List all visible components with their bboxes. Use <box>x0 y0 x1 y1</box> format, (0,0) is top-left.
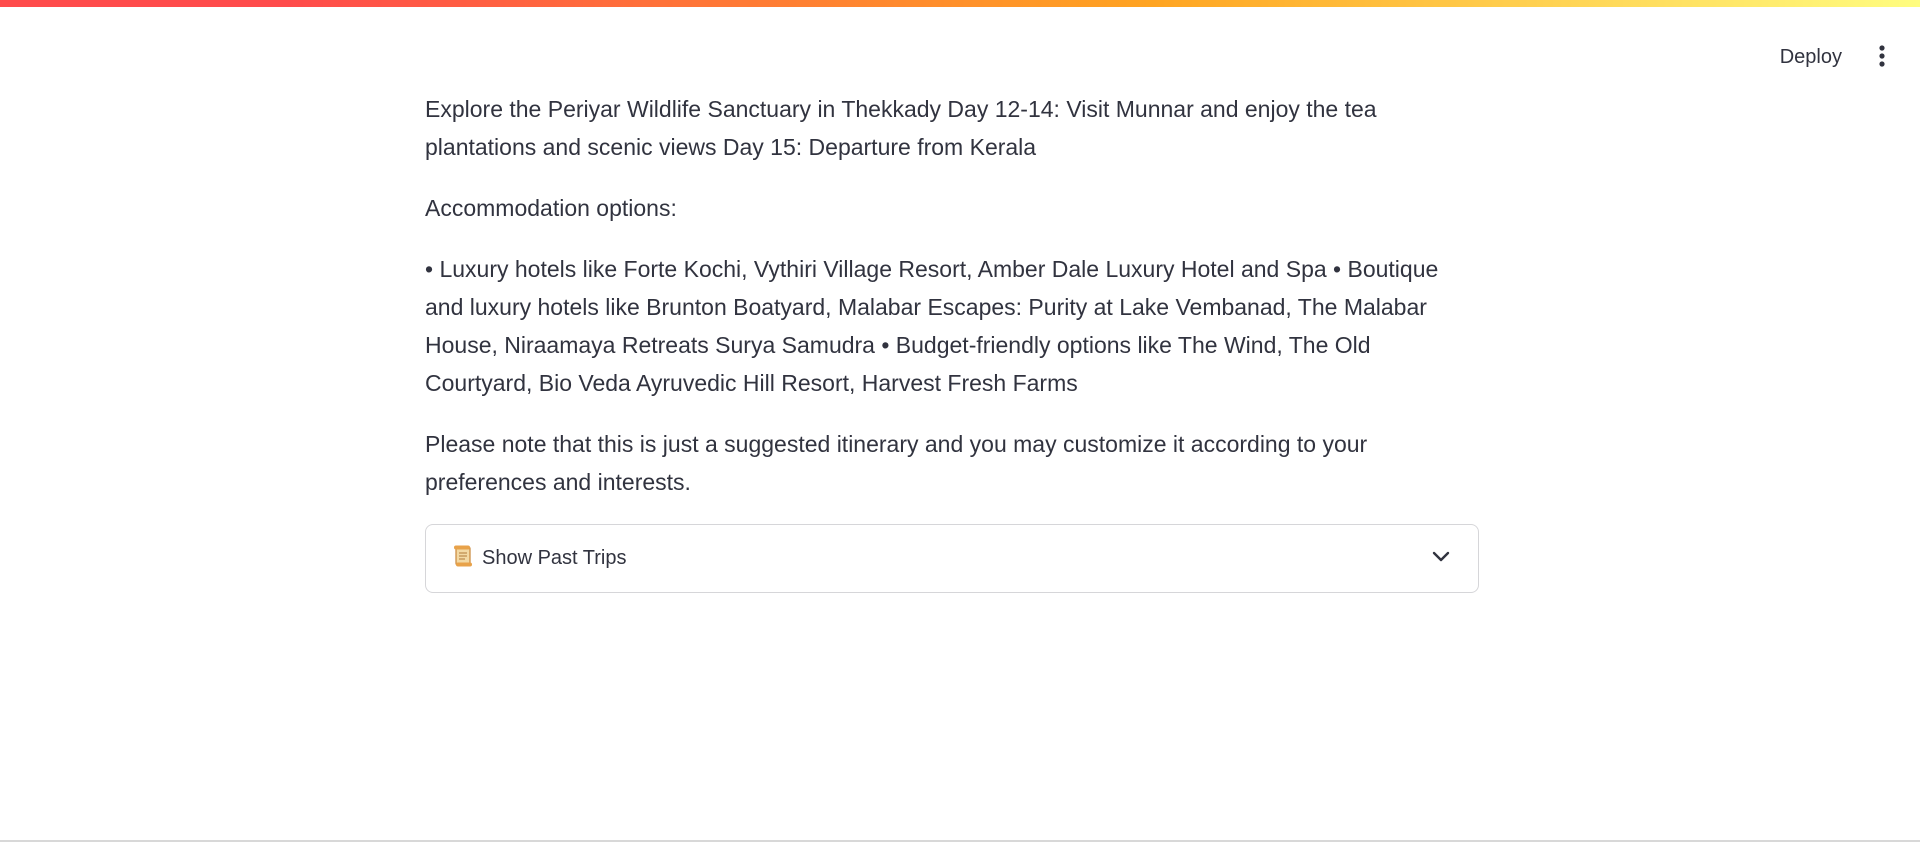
note-paragraph: Please note that this is just a suggeste… <box>425 431 1368 495</box>
show-past-trips-expander[interactable]: Show Past Trips <box>425 524 1479 593</box>
scroll-icon <box>452 544 474 573</box>
more-vertical-icon <box>1879 44 1885 70</box>
top-decoration-bar <box>0 0 1920 7</box>
expander-header: Show Past Trips <box>452 544 627 573</box>
chevron-down-icon[interactable] <box>1432 550 1450 568</box>
itinerary-paragraph: Explore the Periyar Wildlife Sanctuary i… <box>425 96 1377 160</box>
bottom-divider <box>0 840 1920 842</box>
accommodation-heading: Accommodation options: <box>425 195 677 221</box>
expander-label: Show Past Trips <box>482 547 627 569</box>
accommodation-list: • Luxury hotels like Forte Kochi, Vythir… <box>425 256 1439 396</box>
deploy-button[interactable]: Deploy <box>1766 37 1856 77</box>
main-menu-button[interactable] <box>1864 37 1900 77</box>
main-content: Explore the Periyar Wildlife Sanctuary i… <box>425 90 1481 593</box>
app-header: Deploy <box>0 7 1920 95</box>
